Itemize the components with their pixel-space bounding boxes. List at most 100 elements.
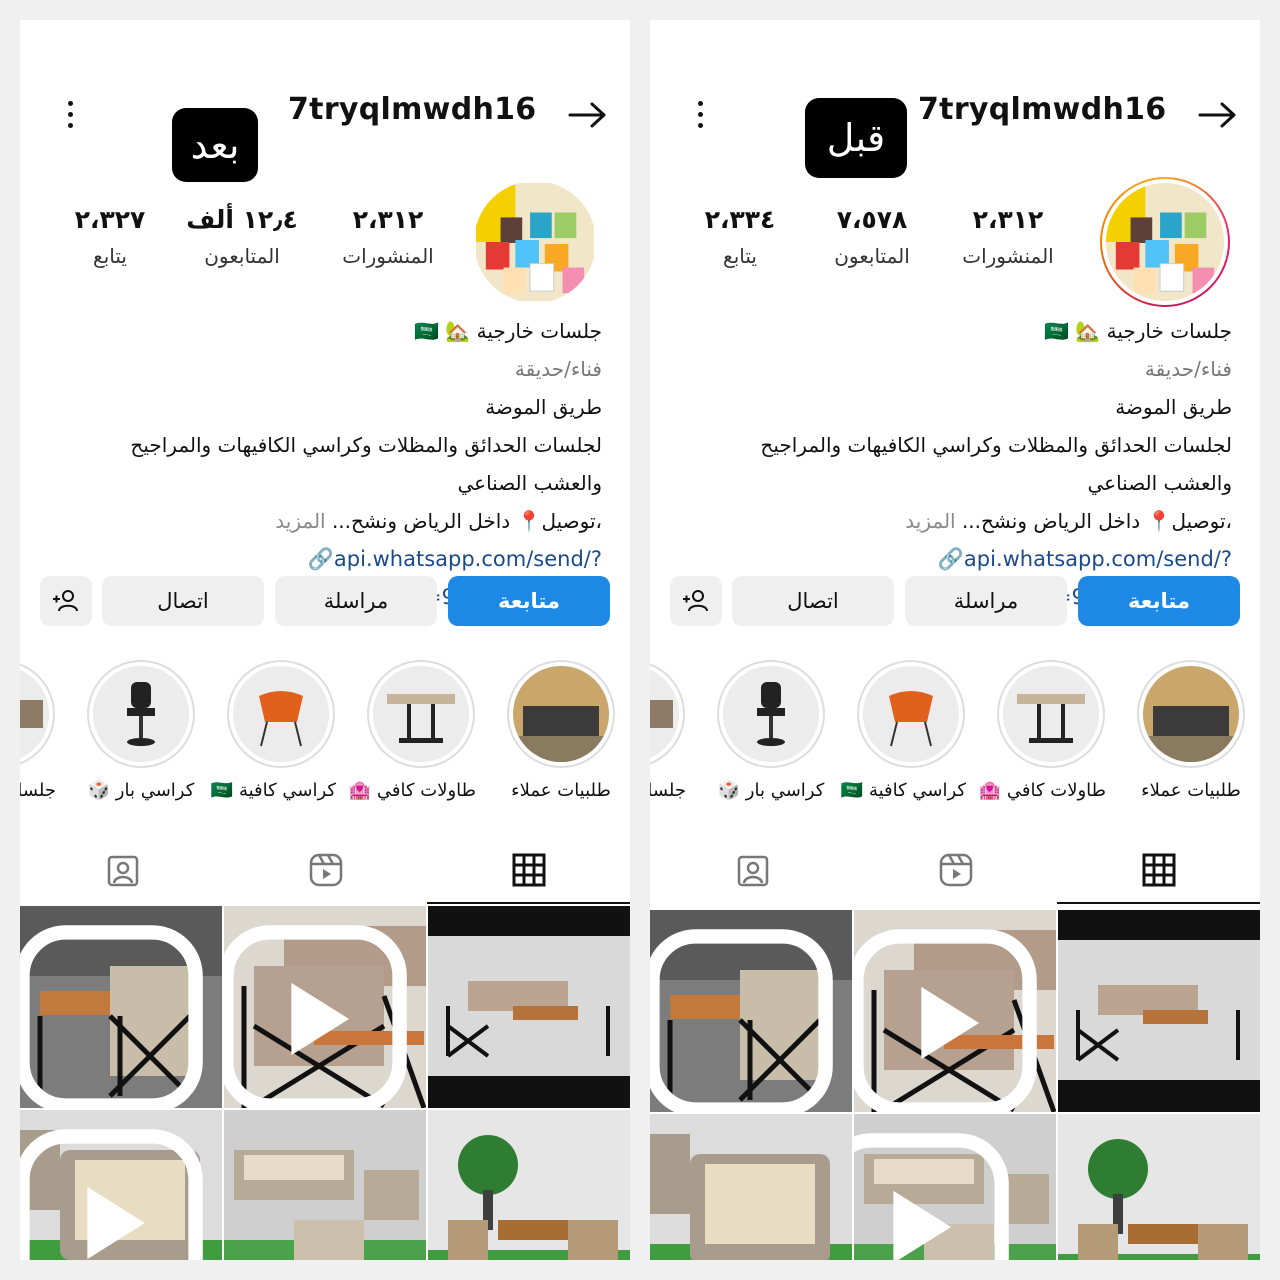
profile-header: قبل 7tryqlmwdh16 (650, 20, 1260, 200)
posts-count: ٢،٣١٢ (972, 205, 1044, 234)
tab-tagged[interactable] (21, 838, 224, 902)
profile-avatar[interactable] (1100, 177, 1230, 307)
highlight-cover (650, 666, 679, 762)
highlight-item[interactable]: كراسي بار 🎲 (716, 660, 826, 801)
post-thumbnail[interactable] (650, 1114, 852, 1260)
link-icon: 🔗 (937, 547, 964, 571)
highlight-item[interactable]: طاولات كافي 🏩 (348, 660, 476, 801)
add-person-icon[interactable] (40, 576, 92, 626)
highlight-label: كراسي كافية 🇸🇦 (210, 780, 336, 801)
highlight-cover (863, 666, 959, 762)
username: 7tryqlmwdh16 (918, 92, 1167, 127)
highlight-item[interactable]: كراسي كافية 🇸🇦 (840, 660, 966, 801)
link-icon: 🔗 (307, 547, 334, 571)
message-button[interactable]: مراسلة (275, 576, 437, 626)
highlight-item[interactable]: جلسات (20, 660, 56, 801)
after-label-badge: بعد (172, 108, 258, 182)
post-thumbnail[interactable] (1058, 1114, 1260, 1260)
reel-badge-icon (20, 1129, 203, 1260)
following-count: ٢،٣٣٤ (704, 205, 776, 234)
bio-name: جلسات خارجية 🏡 🇸🇦 (414, 319, 602, 343)
arrow-right-icon[interactable] (568, 100, 608, 130)
username: 7tryqlmwdh16 (288, 92, 537, 127)
avatar-image (474, 181, 596, 303)
posts-label: المنشورات (342, 244, 434, 268)
post-thumbnail[interactable] (20, 906, 222, 1108)
grid-icon (512, 853, 545, 887)
reel-badge-icon (224, 925, 407, 1108)
bio-line: لجلسات الحدائق والمظلات وكراسي الكافيهات… (130, 433, 602, 457)
more-vertical-icon[interactable] (690, 98, 710, 132)
stat-following[interactable]: ٢،٣٢٧ يتابع (50, 205, 170, 268)
highlight-label: كراسي كافية 🇸🇦 (840, 780, 966, 801)
stat-posts[interactable]: ٢،٣١٢ المنشورات (328, 205, 448, 268)
highlight-label: طاولات كافي 🏩 (348, 780, 476, 801)
highlight-cover (723, 666, 819, 762)
call-button[interactable]: اتصال (732, 576, 894, 626)
bio-name: جلسات خارجية 🏡 🇸🇦 (1044, 319, 1232, 343)
following-label: يتابع (93, 244, 127, 268)
bio-line: لجلسات الحدائق والمظلات وكراسي الكافيهات… (760, 433, 1232, 457)
tab-posts-grid[interactable] (427, 838, 630, 904)
stat-followers[interactable]: ٧،٥٧٨ المتابعون (812, 205, 932, 268)
tab-posts-grid[interactable] (1057, 838, 1260, 904)
bio-line: طريق الموضة (485, 395, 602, 419)
highlight-label: طاولات كافي 🏩 (978, 780, 1106, 801)
post-thumbnail[interactable] (650, 910, 852, 1112)
action-buttons: متابعة مراسلة اتصال (670, 576, 1240, 628)
stat-followers[interactable]: ١٢٫٤ ألف المتابعون (182, 205, 302, 268)
more-vertical-icon[interactable] (60, 98, 80, 132)
bio-delivery: ،توصيل📍 داخل الرياض ونشح... (331, 509, 602, 533)
reel-badge-icon (650, 929, 833, 1112)
tab-tagged[interactable] (651, 838, 854, 902)
posts-label: المنشورات (962, 244, 1054, 268)
highlight-item[interactable]: كراسي بار 🎲 (86, 660, 196, 801)
post-thumbnail[interactable] (854, 910, 1056, 1112)
highlight-item[interactable]: جلسات (650, 660, 686, 801)
highlight-item[interactable]: طاولات كافي 🏩 (978, 660, 1106, 801)
highlight-item[interactable]: طلبيات عملاء (506, 660, 616, 801)
post-thumbnail[interactable] (20, 1110, 222, 1260)
follow-button[interactable]: متابعة (1078, 576, 1240, 626)
bio-more-link[interactable]: المزيد (275, 509, 325, 533)
message-button[interactable]: مراسلة (905, 576, 1067, 626)
tagged-icon (737, 855, 768, 887)
profile-bio: جلسات خارجية 🏡 🇸🇦 فناء/حديقة طريق الموضة… (710, 312, 1232, 616)
followers-label: المتابعون (204, 244, 280, 268)
bio-category: فناء/حديقة (514, 357, 602, 381)
add-person-icon[interactable] (670, 576, 722, 626)
reel-badge-icon (854, 929, 1037, 1112)
highlight-cover (1143, 666, 1239, 762)
highlight-cover (373, 666, 469, 762)
profile-header: بعد 7tryqlmwdh16 (20, 20, 630, 200)
tab-reels[interactable] (224, 838, 427, 902)
before-label-badge: قبل (805, 98, 907, 178)
follow-button[interactable]: متابعة (448, 576, 610, 626)
post-thumbnail[interactable] (1058, 910, 1260, 1112)
highlight-item[interactable]: طلبيات عملاء (1136, 660, 1246, 801)
arrow-right-icon[interactable] (1198, 100, 1238, 130)
stat-posts[interactable]: ٢،٣١٢ المنشورات (948, 205, 1068, 268)
profile-tabs (20, 838, 630, 904)
highlight-cover (233, 666, 329, 762)
highlight-cover (513, 666, 609, 762)
post-thumbnail[interactable] (428, 906, 630, 1108)
stat-following[interactable]: ٢،٣٣٤ يتابع (680, 205, 800, 268)
highlight-cover (20, 666, 49, 762)
highlight-label: جلسات (650, 780, 686, 801)
bio-line: والعشب الصناعي (1087, 471, 1232, 495)
followers-count: ٧،٥٧٨ (836, 205, 908, 234)
profile-avatar[interactable] (470, 177, 600, 307)
tab-reels[interactable] (854, 838, 1057, 902)
bio-line: والعشب الصناعي (457, 471, 602, 495)
highlight-label: طلبيات عملاء (1141, 780, 1241, 801)
post-thumbnail[interactable] (224, 906, 426, 1108)
highlight-item[interactable]: كراسي كافية 🇸🇦 (210, 660, 336, 801)
highlight-cover (1003, 666, 1099, 762)
post-thumbnail[interactable] (854, 1114, 1056, 1260)
post-thumbnail[interactable] (224, 1110, 426, 1260)
bio-more-link[interactable]: المزيد (905, 509, 955, 533)
highlight-cover (93, 666, 189, 762)
post-thumbnail[interactable] (428, 1110, 630, 1260)
call-button[interactable]: اتصال (102, 576, 264, 626)
